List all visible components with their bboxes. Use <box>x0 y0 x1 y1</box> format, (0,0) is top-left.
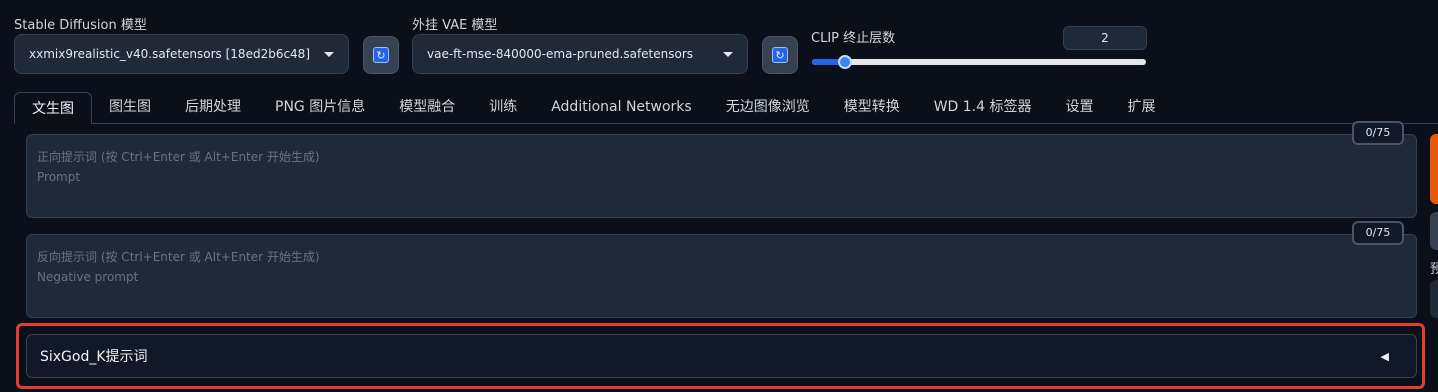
main-tabs: 文生图 图生图 后期处理 PNG 图片信息 模型融合 训练 Additional Netwo… <box>14 92 1438 124</box>
tab-8[interactable]: 模型转换 <box>827 91 917 123</box>
tab-7[interactable]: 无边图像浏览 <box>709 91 827 123</box>
preset-dropdown[interactable] <box>1430 280 1438 318</box>
prompt-placeholder-line1: 正向提示词 (按 Ctrl+Enter 或 Alt+Enter 开始生成) <box>37 150 320 164</box>
prompt-placeholder-line2: Prompt <box>37 170 81 184</box>
tab-2[interactable]: 后期处理 <box>168 91 258 123</box>
clip-skip-label: CLIP 终止层数 <box>811 31 896 46</box>
vae-model-refresh-button[interactable]: ↻ <box>762 36 798 74</box>
sd-model-dropdown[interactable]: xxmix9realistic_v40.safetensors [18ed2b6… <box>14 34 349 74</box>
tab-0[interactable]: 文生图 <box>14 92 92 124</box>
generate-button[interactable] <box>1430 134 1438 204</box>
tab-10[interactable]: 设置 <box>1049 91 1111 123</box>
sixgod-prompt-accordion[interactable]: SixGod_K提示词 ◀ <box>26 334 1417 378</box>
refresh-icon: ↻ <box>772 47 788 63</box>
chevron-down-icon <box>324 51 334 57</box>
vae-model-label: 外挂 VAE 模型 <box>412 18 498 33</box>
accordion-label: SixGod_K提示词 <box>40 349 148 365</box>
tab-4[interactable]: 模型融合 <box>382 91 472 123</box>
side-action-button[interactable] <box>1430 212 1438 250</box>
chevron-down-icon <box>723 51 733 57</box>
refresh-icon: ↻ <box>373 47 389 63</box>
negative-prompt-placeholder-line1: 反向提示词 (按 Ctrl+Enter 或 Alt+Enter 开始生成) <box>37 250 320 264</box>
tab-9[interactable]: WD 1.4 标签器 <box>917 91 1049 123</box>
prompt-token-counter: 0/75 <box>1352 121 1404 145</box>
tab-3[interactable]: PNG 图片信息 <box>258 91 382 123</box>
tab-11[interactable]: 扩展 <box>1111 91 1173 123</box>
clip-skip-number-input[interactable]: 2 <box>1063 26 1147 50</box>
sd-model-value: xxmix9realistic_v40.safetensors [18ed2b6… <box>29 47 310 61</box>
tab-6[interactable]: Additional Networks <box>534 91 708 123</box>
preset-label: 预 <box>1430 262 1438 277</box>
tab-5[interactable]: 训练 <box>472 91 534 123</box>
negative-prompt-token-counter: 0/75 <box>1352 221 1404 245</box>
sd-model-refresh-button[interactable]: ↻ <box>363 36 399 74</box>
vae-model-value: vae-ft-mse-840000-ema-pruned.safetensors <box>427 47 694 61</box>
clip-skip-slider[interactable] <box>812 55 1146 69</box>
vae-model-dropdown[interactable]: vae-ft-mse-840000-ema-pruned.safetensors <box>412 34 748 74</box>
slider-thumb[interactable] <box>838 55 852 69</box>
negative-prompt-placeholder-line2: Negative prompt <box>37 270 139 284</box>
collapse-toggle-icon[interactable]: ◀ <box>1381 350 1389 363</box>
sd-model-label: Stable Diffusion 模型 <box>14 18 147 33</box>
negative-prompt-textarea[interactable]: 反向提示词 (按 Ctrl+Enter 或 Alt+Enter 开始生成) Ne… <box>26 234 1417 318</box>
tab-1[interactable]: 图生图 <box>92 91 168 123</box>
prompt-textarea[interactable]: 正向提示词 (按 Ctrl+Enter 或 Alt+Enter 开始生成) Pr… <box>26 134 1417 218</box>
